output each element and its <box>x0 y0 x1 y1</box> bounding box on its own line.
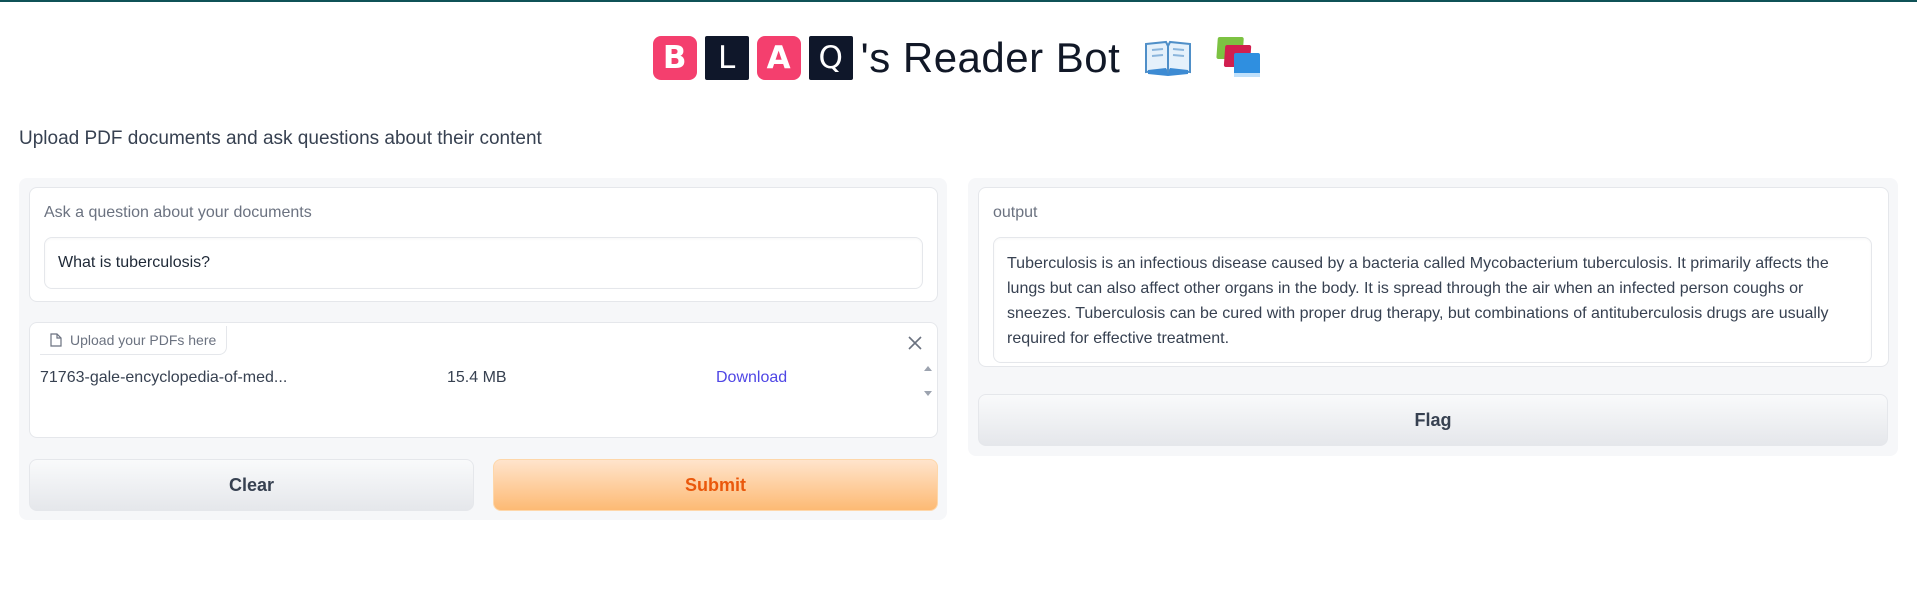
output-textbox[interactable]: Tuberculosis is an infectious disease ca… <box>993 237 1872 363</box>
upload-label: Upload your PDFs here <box>70 332 217 348</box>
open-book-icon <box>1144 38 1192 78</box>
output-panel: output Tuberculosis is an infectious dis… <box>968 178 1898 456</box>
upload-label-tab: Upload your PDFs here <box>40 326 228 355</box>
submit-button[interactable]: Submit <box>493 459 938 511</box>
title-letter-tile: B <box>652 36 697 80</box>
scroll-down-icon <box>924 391 932 396</box>
flag-button[interactable]: Flag <box>978 394 1888 446</box>
clear-button[interactable]: Clear <box>29 459 474 511</box>
title-text: 's Reader Bot <box>860 34 1121 81</box>
file-row: 71763-gale-encyclopedia-of-med... 15.4 M… <box>40 369 920 393</box>
output-text: Tuberculosis is an infectious disease ca… <box>1007 255 1829 347</box>
question-field-wrapper <box>44 237 923 289</box>
input-panel: Ask a question about your documents Uplo… <box>19 178 947 520</box>
close-icon[interactable] <box>907 335 923 351</box>
question-label: Ask a question about your documents <box>44 204 312 221</box>
output-label: output <box>993 204 1038 221</box>
books-icon <box>1216 35 1264 81</box>
file-upload-block[interactable]: Upload your PDFs here 71763-gale-encyclo… <box>29 322 938 438</box>
file-list-scrollbar[interactable] <box>919 359 937 403</box>
output-block: output Tuberculosis is an infectious dis… <box>978 187 1889 367</box>
question-block: Ask a question about your documents <box>29 187 938 302</box>
file-name: 71763-gale-encyclopedia-of-med... <box>40 369 288 386</box>
page-title: B L A Q 's Reader Bot <box>0 32 1917 84</box>
question-input[interactable] <box>45 238 922 288</box>
download-link[interactable]: Download <box>716 369 787 387</box>
scroll-up-icon <box>924 366 932 371</box>
title-letter-tile: A <box>756 36 801 80</box>
page-description: Upload PDF documents and ask questions a… <box>19 128 542 149</box>
top-accent-line <box>0 0 1917 2</box>
file-icon <box>50 333 62 347</box>
title-letter-tile: Q <box>808 36 853 80</box>
title-letter-tile: L <box>704 36 749 80</box>
file-size: 15.4 MB <box>447 369 507 386</box>
